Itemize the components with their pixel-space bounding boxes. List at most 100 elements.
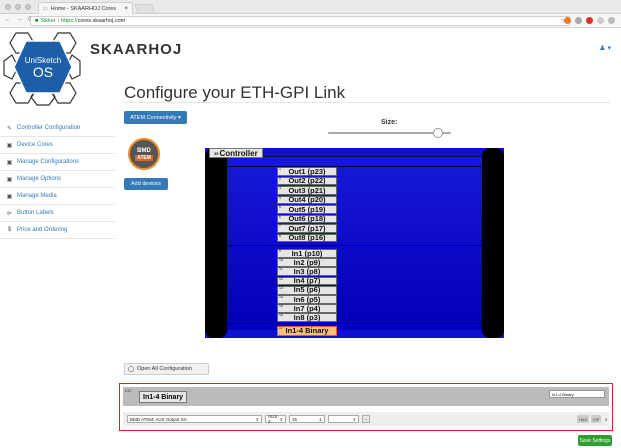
value-select[interactable]: 15 ⬍ <box>289 415 325 423</box>
controller-key[interactable]: 13 In5 (p6) <box>277 285 337 295</box>
atem-connectivity-dropdown[interactable]: ATEM Connectivity ▾ <box>124 111 187 124</box>
tags-icon: ⊳ <box>6 210 13 217</box>
sidebar-item-manage-options[interactable]: ▣ Manage Options <box>0 171 115 188</box>
sidebar-item-button-labels[interactable]: ⊳ Button Labels <box>0 205 115 222</box>
chevron-down-icon: ⬍ <box>318 416 322 422</box>
sidebar-item-device-cores[interactable]: ▣ Device Cores <box>0 137 115 154</box>
new-tab-button[interactable] <box>134 4 156 14</box>
chevron-down-icon: ⬍ <box>279 416 283 422</box>
size-label: Size: <box>381 119 398 126</box>
controller-key[interactable]: 16 In8 (p3) <box>277 313 337 323</box>
sidebar-item-manage-configurations[interactable]: ▣ Manage Configurations <box>0 154 115 171</box>
controller-key[interactable]: 14 In6 (p5) <box>277 295 337 304</box>
window-controls[interactable] <box>5 4 31 10</box>
controller-key[interactable]: 10 In2 (p9) <box>277 258 337 267</box>
sidebar: ✎ Controller Configuration ▣ Device Cores … <box>0 120 115 239</box>
save-settings-button[interactable]: Save Settings <box>578 435 612 446</box>
key-number: 10 <box>279 258 283 263</box>
controller-key[interactable]: 7 Out7 (p17) <box>277 224 337 233</box>
key-number: 3 <box>279 186 281 190</box>
minus-button[interactable]: - <box>362 415 370 423</box>
unisketch-logo[interactable]: UniSketch OS <box>2 29 84 107</box>
extension-icon[interactable] <box>575 17 582 24</box>
key-label: Out4 (p20) <box>288 195 326 205</box>
tab-close-icon[interactable]: × <box>124 6 128 12</box>
key-number: 5 <box>279 205 281 209</box>
key-label: Out3 (p21) <box>288 185 326 195</box>
key-label: In8 (p3) <box>293 313 321 323</box>
sidebar-item-label: Controller Configuration <box>17 125 81 131</box>
action-select[interactable]: BMD ATEM: AUX Output Src ⬍ <box>127 415 262 423</box>
key-number: 16 <box>279 313 283 318</box>
key-number: 6 <box>279 214 281 219</box>
brand-name[interactable]: SKAARHOJ <box>90 41 182 58</box>
label-input[interactable]: In1-4 Binary <box>549 390 605 398</box>
controller-key[interactable]: 11 In3 (p8) <box>277 267 337 277</box>
logo-line2: OS <box>33 64 53 80</box>
zero-tag: 0 <box>605 416 608 422</box>
atem-label: ATEM <box>135 154 153 161</box>
key-label: In7 (p4) <box>293 303 321 313</box>
key-label: Out6 (p18) <box>288 214 326 224</box>
sidebar-item-controller-configuration[interactable]: ✎ Controller Configuration <box>0 120 115 137</box>
user-menu-icon[interactable]: ♟ ▾ <box>599 44 611 52</box>
key-label: Out8 (p16) <box>288 233 326 243</box>
sidebar-item-label: Price and Ordering <box>17 227 68 233</box>
chevron-down-icon: ⬍ <box>352 416 356 422</box>
key-number: 7 <box>279 224 281 228</box>
url-host: cores.skaarhoj.com <box>77 18 126 24</box>
key-label: In4 (p7) <box>293 276 321 286</box>
key-number: 8 <box>279 233 281 238</box>
controller-key[interactable]: 9 In1 (p10) <box>277 249 337 258</box>
key-label: Out1 (p23) <box>288 166 326 176</box>
bmd-label: BMD <box>137 147 151 154</box>
divider <box>225 166 484 167</box>
controller-key[interactable]: 1 Out1 (p23) <box>277 167 337 176</box>
open-all-configuration-toggle[interactable]: Open All Configuration <box>124 363 209 375</box>
controller-key[interactable]: 12 In4 (p7) <box>277 276 337 286</box>
extra-select[interactable]: ⬍ <box>328 415 359 423</box>
extension-icon[interactable] <box>586 17 593 24</box>
add-devices-button[interactable]: Add devices <box>124 178 168 190</box>
sidebar-item-manage-media[interactable]: ▣ Manage Media <box>0 188 115 205</box>
sidebar-item-label: Manage Options <box>17 176 62 182</box>
key-label: In6 (p5) <box>293 294 321 304</box>
open-all-label: Open All Configuration <box>137 366 193 372</box>
extension-icon[interactable] <box>564 17 571 24</box>
sidebar-item-label: Manage Media <box>17 193 57 199</box>
controller-key[interactable]: 3 Out3 (p21) <box>277 186 337 195</box>
back-icon[interactable]: ← <box>4 16 11 23</box>
controller-label[interactable]: 35 Controller <box>209 148 263 158</box>
divider <box>124 102 610 103</box>
bmd-atem-device-icon[interactable]: BMD ATEM <box>128 138 160 170</box>
controller-key[interactable]: 4 Out4 (p20) <box>277 195 337 205</box>
cf-tag: C/F <box>591 415 602 423</box>
controller-key[interactable]: 2 Out2 (p22) <box>277 176 337 186</box>
key-label: In2 (p9) <box>293 257 321 267</box>
cubes-icon: ▣ <box>6 159 13 166</box>
extension-icon[interactable] <box>597 17 604 24</box>
browser-tab-strip: ▭ Home - SKAARHOJ Cores × <box>0 0 621 14</box>
controller-side-left <box>205 148 227 338</box>
controller-title: Controller <box>219 148 258 158</box>
key-number: 2 <box>279 176 281 181</box>
aux-select[interactable]: AUX 2 ⬍ <box>265 414 286 424</box>
size-slider-handle[interactable] <box>433 128 443 138</box>
config-number: #17 <box>125 388 132 393</box>
controller-surface <box>225 156 484 330</box>
key-label: Out5 (p19) <box>288 204 326 214</box>
controller-key[interactable]: 8 Out8 (p16) <box>277 233 337 243</box>
controller-key[interactable]: 15 In7 (p4) <box>277 304 337 313</box>
security-label: Sikker <box>40 18 56 24</box>
controller-key[interactable]: 6 Out6 (p18) <box>277 214 337 224</box>
key-number: 15 <box>279 304 283 309</box>
sidebar-item-price-and-ordering[interactable]: $ Price and Ordering <box>0 222 115 239</box>
extension-icon[interactable] <box>608 17 615 24</box>
url-scheme: https:// <box>61 18 78 24</box>
url-field[interactable]: ■ Sikker | https://cores.skaarhoj.com ☆ <box>30 16 570 26</box>
forward-icon[interactable]: → <box>16 16 23 23</box>
browser-tab[interactable]: ▭ Home - SKAARHOJ Cores × <box>38 2 133 14</box>
key-number: 17 <box>279 326 283 330</box>
key-selected[interactable]: 17 In1-4 Binary <box>277 326 337 336</box>
controller-key[interactable]: 5 Out5 (p19) <box>277 205 337 214</box>
